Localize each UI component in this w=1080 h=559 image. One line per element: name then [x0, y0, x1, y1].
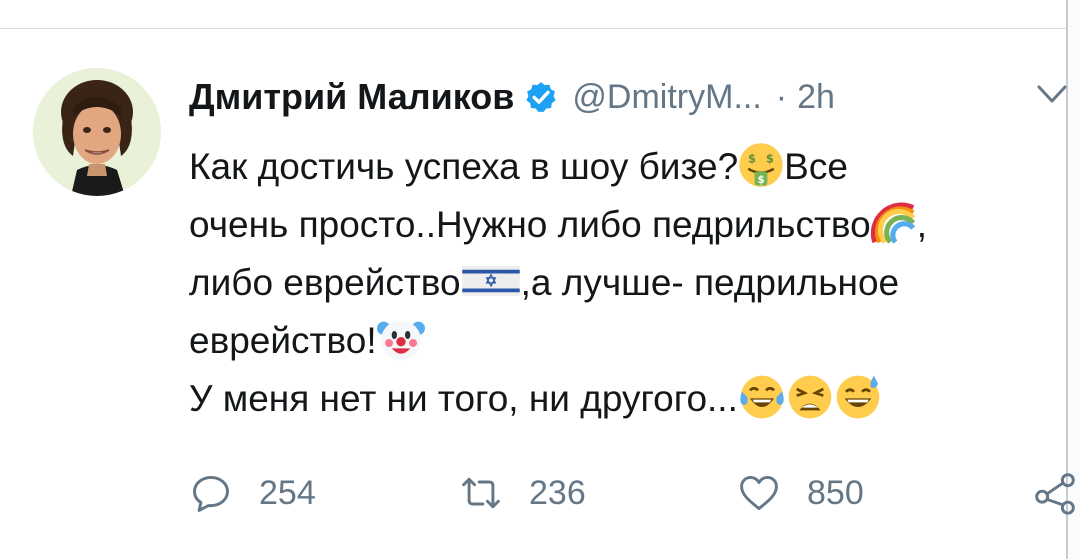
retweet-button[interactable]: 236	[459, 468, 586, 518]
reply-count: 254	[259, 473, 316, 512]
sweat-smile-icon	[836, 375, 880, 419]
tweet-text-segment: У меня нет ни того, ни другого...	[189, 378, 738, 419]
tweet-text-segment: очень просто..Нужно либо педрильство	[189, 204, 871, 245]
chevron-down-icon[interactable]	[1036, 82, 1068, 108]
svg-text:$: $	[748, 152, 756, 166]
tweet-line: очень просто..Нужно либо педрильство ,	[189, 196, 1069, 254]
svg-text:$: $	[766, 152, 774, 166]
share-button[interactable]	[1033, 468, 1077, 518]
author-handle[interactable]: @DmitryM...	[572, 78, 761, 117]
tweet-line: У меня нет ни того, ни другого...	[189, 370, 1069, 428]
retweet-icon	[462, 477, 500, 509]
tweet-line: либо еврейство ,а лучше- педрильное	[189, 254, 1069, 312]
avatar[interactable]	[33, 68, 161, 196]
tweet-text-segment: Как достичь успеха в шоу бизе?	[189, 146, 739, 187]
israel-flag-icon	[461, 266, 520, 297]
tweet-text: Как достичь успеха в шоу бизе? $ $ $ Все…	[189, 138, 1069, 428]
author-name[interactable]: Дмитрий Маликов	[189, 76, 514, 118]
clown-face-icon	[376, 320, 425, 361]
svg-text:$: $	[758, 175, 765, 186]
tweet-time[interactable]: 2h	[797, 78, 835, 117]
tweet-text-segment: либо еврейство	[189, 262, 461, 303]
tweet-text-segment: ,а лучше- педрильное	[520, 262, 900, 303]
reply-button[interactable]: 254	[189, 468, 316, 518]
weary-face-icon	[788, 375, 832, 419]
tweet-text-segment: ,	[916, 204, 927, 245]
reply-icon	[193, 475, 229, 512]
retweet-count: 236	[529, 473, 586, 512]
heart-icon	[740, 475, 778, 511]
tweet-line: Как достичь успеха в шоу бизе? $ $ $ Все	[189, 138, 1069, 196]
tweet-actions: 254 236 850	[189, 468, 1080, 518]
like-count: 850	[807, 473, 864, 512]
like-button[interactable]: 850	[737, 468, 864, 518]
verified-badge-icon	[526, 82, 556, 113]
header-separator: ·	[775, 77, 788, 116]
money-mouth-face-icon: $ $ $	[739, 143, 783, 187]
tweet-header: Дмитрий Маликов @DmitryM... · 2h	[189, 72, 835, 122]
avatar-image	[33, 68, 161, 196]
tweet-text-segment: Все	[784, 146, 848, 187]
tears-of-joy-icon	[740, 375, 784, 419]
top-divider	[0, 28, 1080, 29]
tweet-line: еврейство!	[189, 312, 1069, 370]
rainbow-icon	[870, 202, 915, 245]
share-icon	[1035, 473, 1075, 515]
tweet-text-segment: еврейство!	[189, 320, 377, 361]
